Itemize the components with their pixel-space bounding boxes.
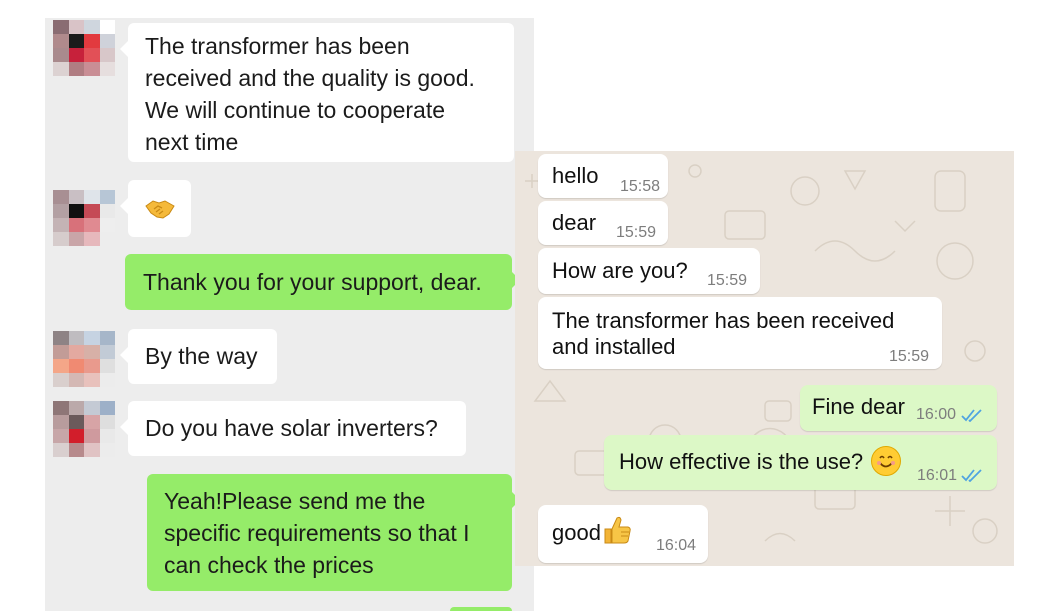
message-text: How are you? xyxy=(552,258,688,283)
read-receipt-double-check-icon xyxy=(961,469,982,482)
message-bubble-incoming[interactable]: good 16:04 xyxy=(538,505,708,563)
message-bubble-incoming[interactable]: By the way xyxy=(120,329,277,384)
message-bubble-incoming[interactable]: How are you? 15:59 xyxy=(538,248,760,294)
message-text-line: specific requirements so that I xyxy=(164,520,470,546)
message-text-line: and installed xyxy=(552,334,676,359)
message-text-line: We will continue to cooperate xyxy=(145,97,446,123)
message-bubble-incoming[interactable]: The transformer has been received and th… xyxy=(120,23,514,162)
right-chat-panel: hello 15:58 dear 15:59 How are you? 15:5… xyxy=(515,151,1014,566)
message-text-line: received and the quality is good. xyxy=(145,65,475,91)
message-text: By the way xyxy=(145,343,258,369)
contact-avatar[interactable] xyxy=(53,190,115,246)
message-text-line: Yeah!Please send me the xyxy=(164,488,426,514)
message-time: 15:59 xyxy=(889,348,930,365)
message-bubble-outgoing-partial xyxy=(450,607,512,611)
message-time: 16:04 xyxy=(656,537,697,554)
read-receipt-double-check-icon xyxy=(961,409,982,422)
message-text-line: The transformer has been received xyxy=(552,308,895,333)
left-chat-panel: The transformer has been received and th… xyxy=(45,18,534,611)
message-bubble-incoming[interactable]: hello 15:58 xyxy=(538,154,668,198)
message-text-line: can check the prices xyxy=(164,552,374,578)
handshake-emoji-icon xyxy=(145,200,175,219)
message-text: Do you have solar inverters? xyxy=(145,415,438,441)
message-bubble-outgoing[interactable]: Thank you for your support, dear. xyxy=(125,254,520,310)
message-bubble-incoming[interactable]: Do you have solar inverters? xyxy=(120,401,466,456)
message-text-line: next time xyxy=(145,129,239,155)
message-bubble-outgoing[interactable]: How effective is the use? 16:01 xyxy=(604,435,997,490)
message-text: How effective is the use? xyxy=(619,449,864,474)
message-bubble-outgoing[interactable]: Fine dear 16:00 xyxy=(800,385,997,431)
message-time: 15:59 xyxy=(707,272,748,289)
message-text: Fine dear xyxy=(812,394,905,419)
contact-avatar[interactable] xyxy=(53,331,115,387)
chat-screenshot-collage: The transformer has been received and th… xyxy=(0,0,1060,611)
message-time: 16:01 xyxy=(917,467,958,484)
message-bubble-incoming[interactable]: The transformer has been received and in… xyxy=(538,297,942,369)
message-time: 15:58 xyxy=(620,178,661,195)
message-time: 15:59 xyxy=(616,224,657,241)
message-bubble-incoming[interactable] xyxy=(120,180,191,237)
message-bubble-outgoing[interactable]: Yeah!Please send me the specific require… xyxy=(147,474,520,591)
message-text: dear xyxy=(552,210,597,235)
message-text-line: The transformer has been xyxy=(145,33,410,59)
message-text: good xyxy=(552,520,601,545)
contact-avatar[interactable] xyxy=(53,20,115,76)
message-time: 16:00 xyxy=(916,406,957,423)
message-text: hello xyxy=(552,163,599,188)
message-bubble-incoming[interactable]: dear 15:59 xyxy=(538,201,668,245)
message-text: Thank you for your support, dear. xyxy=(143,269,482,295)
thumbs-up-emoji-icon xyxy=(604,516,631,544)
smiling-face-emoji-icon xyxy=(871,446,901,476)
contact-avatar[interactable] xyxy=(53,401,115,457)
